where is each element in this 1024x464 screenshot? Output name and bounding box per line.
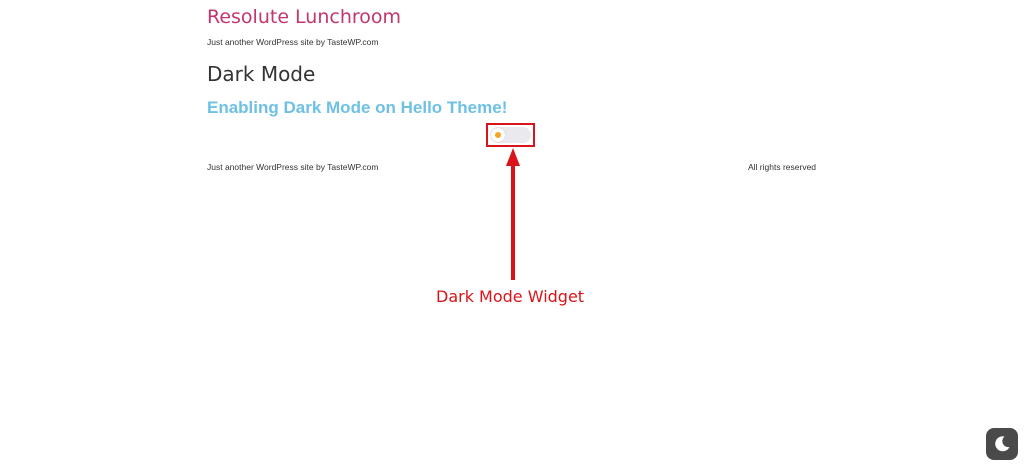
sun-icon [495, 132, 501, 138]
content-heading: Enabling Dark Mode on Hello Theme! [207, 98, 508, 117]
site-tagline: Just another WordPress site by TasteWP.c… [207, 37, 379, 47]
annotation-label: Dark Mode Widget [436, 287, 585, 306]
footer-tagline: Just another WordPress site by TasteWP.c… [207, 162, 379, 172]
page: Resolute Lunchroom Just another WordPres… [0, 0, 1024, 464]
moon-icon [995, 436, 1010, 452]
dark-mode-floating-button[interactable] [986, 428, 1018, 460]
annotation-arrow [506, 148, 520, 280]
site-title-link[interactable]: Resolute Lunchroom [207, 6, 401, 28]
dark-mode-toggle[interactable] [490, 127, 531, 143]
footer-copyright: All rights reserved [748, 162, 817, 172]
page-title: Dark Mode [207, 62, 316, 86]
toggle-knob [491, 128, 505, 142]
